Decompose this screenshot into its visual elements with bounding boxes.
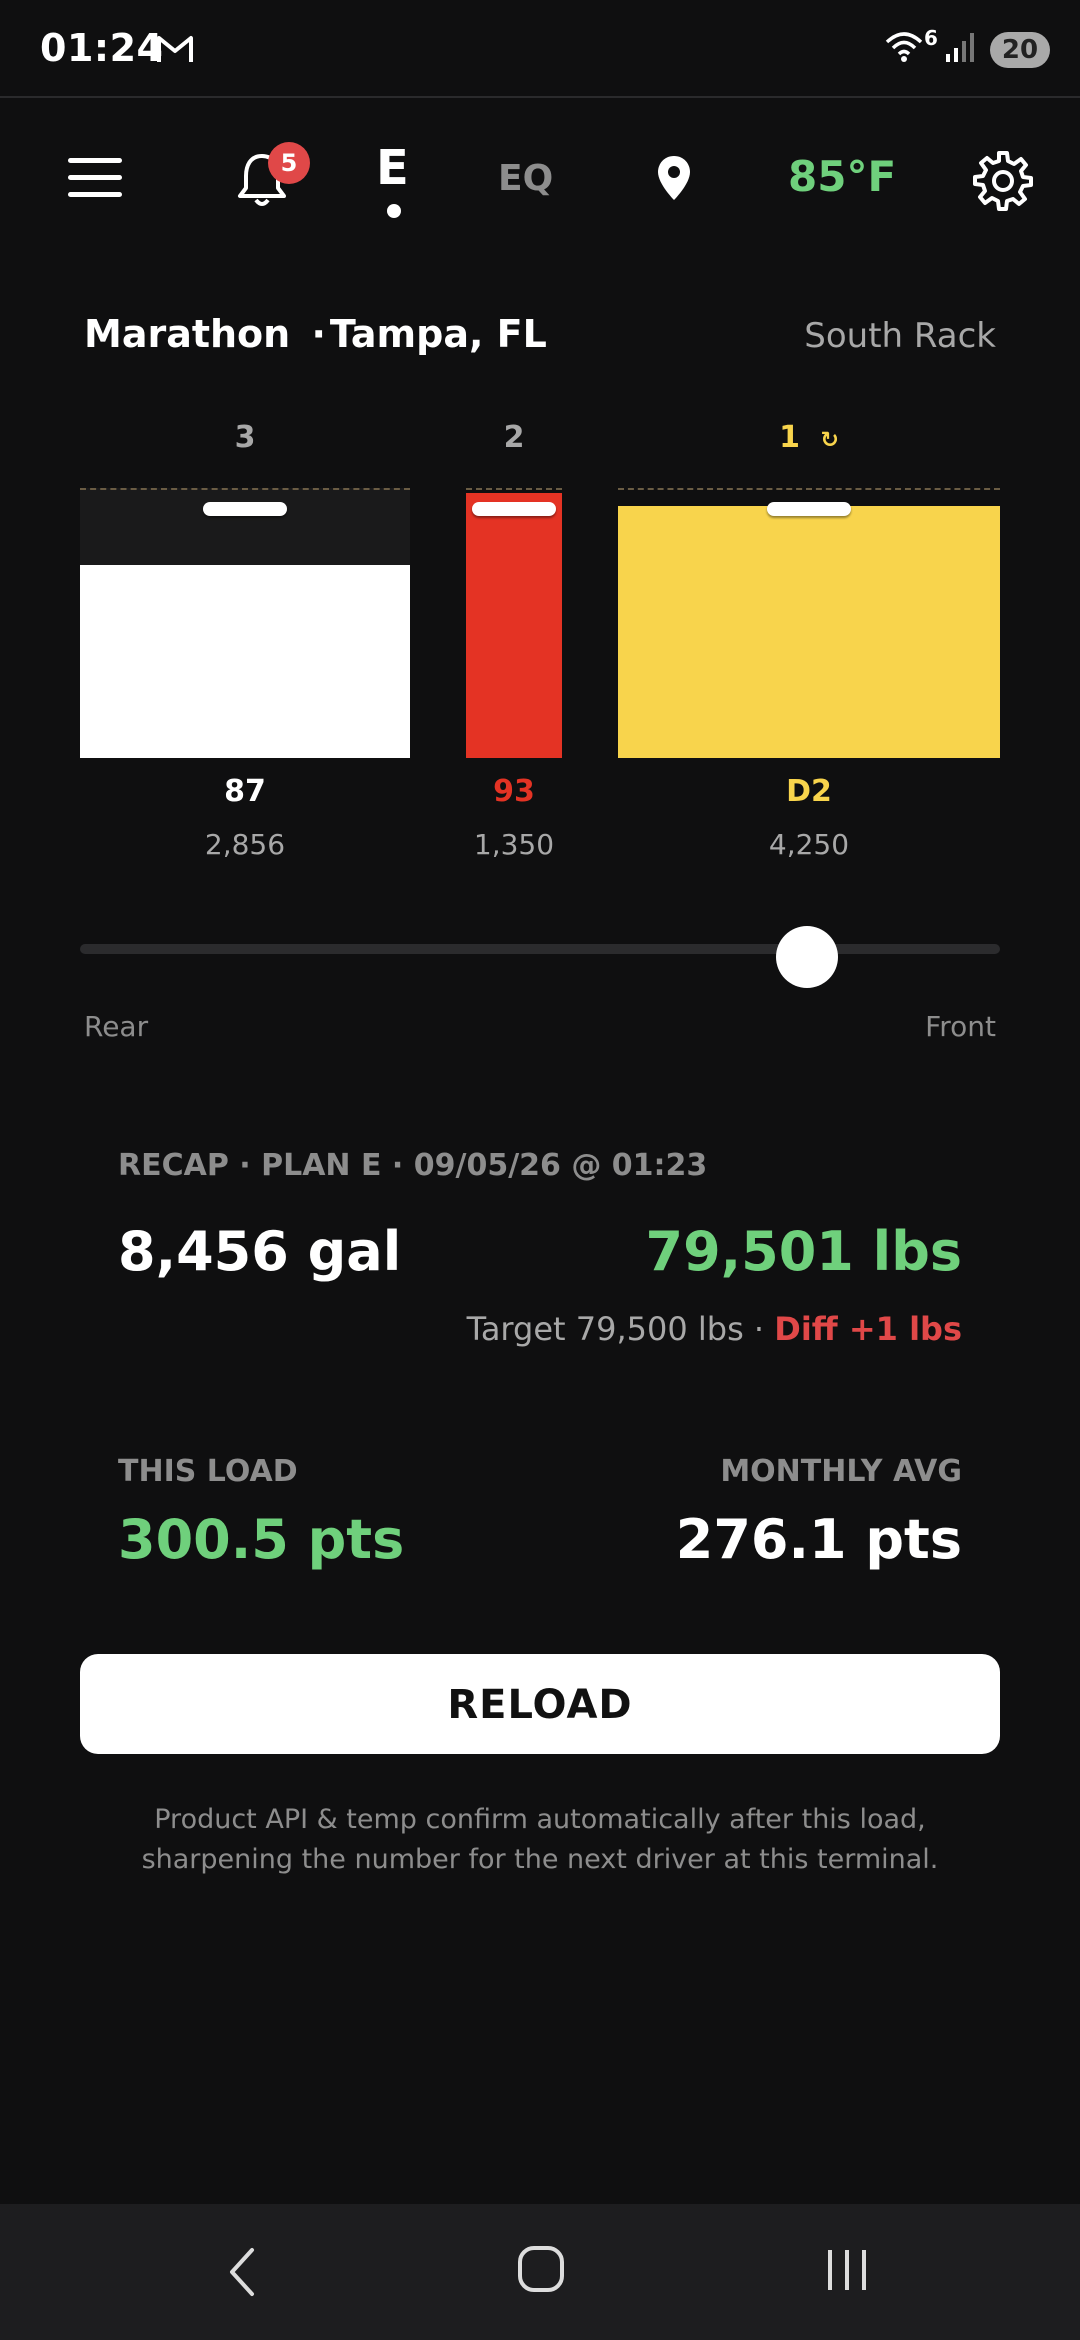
recap-diff: Diff +1 lbs [774, 1310, 962, 1348]
compartment-gallons: 1,350 [473, 828, 555, 861]
compartment-fill [466, 492, 562, 758]
recap-total-weight: 79,501 lbs [645, 1220, 963, 1283]
this-load-label: THIS LOAD [118, 1454, 298, 1489]
balance-slider-track[interactable] [80, 944, 1000, 954]
compartment-tank[interactable] [466, 488, 562, 758]
terminal-separator: · [311, 312, 326, 356]
wifi-network-label: 6 [924, 26, 938, 50]
compartment-number: 1 ↻ [618, 420, 1000, 455]
gmail-icon [156, 34, 194, 68]
supplier-name: Marathon [84, 312, 291, 356]
footnote-text: Product API & temp confirm automatically… [141, 1804, 939, 1875]
fill-handle[interactable] [203, 502, 287, 516]
compartment-product: 93 [493, 774, 535, 809]
reload-button[interactable]: RELOAD [80, 1654, 1000, 1754]
this-load-points: 300.5 pts [118, 1508, 405, 1571]
slider-front-label: Front [925, 1010, 996, 1043]
balance-slider-thumb[interactable] [775, 926, 838, 988]
monthly-avg-label: MONTHLY AVG [720, 1454, 962, 1489]
slider-rear-label: Rear [84, 1010, 149, 1043]
status-time: 01:24 [40, 26, 164, 70]
recent-apps-icon[interactable] [824, 2246, 870, 2298]
compartment-number-value: 1 [779, 420, 800, 455]
temperature-readout[interactable]: 85°F [788, 152, 896, 201]
reset-icon[interactable]: ↻ [820, 428, 838, 453]
location-pin-icon[interactable] [656, 154, 692, 206]
compartment-gallons: 4,250 [768, 828, 850, 861]
recap-header: RECAP · PLAN E · 09/05/26 @ 01:23 [118, 1148, 708, 1183]
eq-tab[interactable]: EQ [498, 158, 553, 199]
compartment-product: 87 [224, 774, 266, 809]
rack-name[interactable]: South Rack [804, 316, 996, 356]
compartment-gallons: 2,856 [204, 828, 286, 861]
compartment-number: 3 [234, 420, 256, 455]
compartment-fill [80, 565, 410, 758]
wifi-icon [884, 30, 924, 68]
compartment-number: 2 [503, 420, 525, 455]
recap-total-gallons: 8,456 gal [118, 1220, 402, 1283]
notification-badge[interactable]: 5 [268, 142, 310, 184]
compartment-tank[interactable] [618, 488, 1000, 758]
terminal-location: Tampa, FL [329, 312, 547, 356]
compartment-tank[interactable] [80, 488, 410, 758]
brand-logo[interactable]: E [376, 140, 409, 196]
compartment-product: D2 [786, 774, 832, 809]
menu-icon[interactable] [68, 156, 122, 204]
recap-target-line: Target 79,500 lbs · Diff +1 lbs [467, 1310, 962, 1348]
fill-handle[interactable] [767, 502, 851, 516]
signal-icon [944, 30, 978, 68]
home-icon[interactable] [516, 2244, 566, 2298]
battery-icon: 20 [990, 32, 1050, 68]
recap-target: Target 79,500 lbs · [466, 1310, 765, 1348]
terminal-name: Marathon · Tampa, FL [84, 312, 547, 356]
back-icon[interactable] [222, 2244, 262, 2304]
compartment-fill [618, 506, 1000, 758]
gear-icon[interactable] [972, 150, 1034, 216]
brand-active-dot [387, 204, 401, 218]
fill-handle[interactable] [472, 502, 556, 516]
monthly-avg-points: 276.1 pts [675, 1508, 962, 1571]
